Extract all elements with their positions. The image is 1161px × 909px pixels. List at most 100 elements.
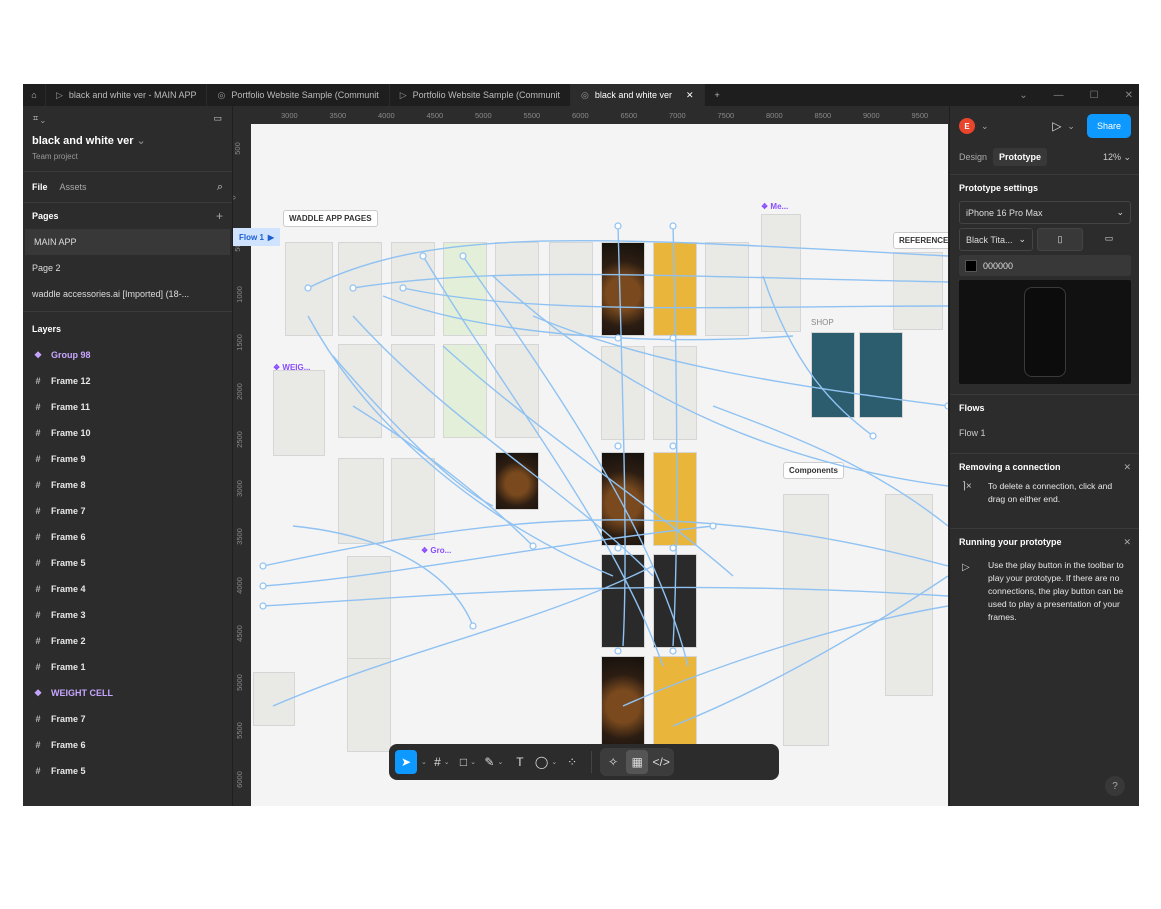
connection-wire[interactable] — [262, 525, 714, 587]
connection-node[interactable] — [614, 334, 622, 342]
connection-node[interactable] — [459, 252, 467, 260]
connection-wire[interactable] — [422, 255, 664, 667]
connection-wire[interactable] — [272, 565, 654, 707]
chevron-down-icon[interactable]: ⌄ — [1019, 90, 1027, 101]
connection-node[interactable] — [614, 544, 622, 552]
connection-node[interactable] — [419, 252, 427, 260]
comment-tool-button[interactable]: ◯ ⌄ — [535, 750, 557, 774]
layer-item[interactable]: ❖ WEIGHT CELL — [23, 680, 232, 706]
connection-node[interactable] — [669, 647, 677, 655]
present-icon[interactable]: ▷ — [1052, 119, 1061, 133]
tab-black-white[interactable]: ◎ black and white ver ✕ — [571, 84, 705, 106]
tab-portfolio-2[interactable]: ▷ Portfolio Website Sample (Communit — [390, 84, 572, 106]
pen-tool-button[interactable]: ✎ ⌄ — [483, 750, 505, 774]
chevron-down-icon[interactable]: ⌄ — [421, 758, 427, 766]
tab-design[interactable]: Design — [959, 152, 987, 162]
connection-wire[interactable] — [332, 355, 494, 507]
layer-item[interactable]: # Frame 9 — [23, 446, 232, 472]
connection-node[interactable] — [669, 442, 677, 450]
connection-node[interactable] — [304, 284, 312, 292]
layer-item[interactable]: # Frame 8 — [23, 472, 232, 498]
tab-file[interactable]: File — [32, 182, 48, 192]
connection-node[interactable] — [669, 544, 677, 552]
tab-portfolio-1[interactable]: ◎ Portfolio Website Sample (Communit — [207, 84, 390, 106]
connection-node[interactable] — [349, 284, 357, 292]
landscape-toggle[interactable]: ▭ — [1087, 228, 1131, 249]
connection-node[interactable] — [469, 622, 477, 630]
connection-node[interactable] — [259, 582, 267, 590]
new-tab-button[interactable]: + — [705, 84, 730, 106]
connection-node[interactable] — [669, 334, 677, 342]
layer-item[interactable]: # Frame 1 — [23, 654, 232, 680]
layer-item[interactable]: # Frame 6 — [23, 732, 232, 758]
connection-wire[interactable] — [672, 575, 948, 727]
connection-node[interactable] — [529, 542, 537, 550]
connection-node[interactable] — [614, 647, 622, 655]
connection-wire[interactable] — [292, 525, 474, 627]
dev-mode-button[interactable]: </> — [650, 750, 672, 774]
minimize-icon[interactable]: — — [1054, 90, 1064, 101]
layer-item[interactable]: # Frame 5 — [23, 550, 232, 576]
flow-item[interactable]: Flow 1 — [950, 421, 1139, 445]
avatar[interactable]: E — [959, 118, 975, 134]
main-menu-icon[interactable]: ⌗ ⌄ — [33, 113, 45, 124]
search-icon[interactable]: ⌕ — [217, 181, 223, 194]
close-icon[interactable]: ✕ — [1123, 537, 1131, 548]
connection-wire[interactable] — [672, 225, 678, 647]
canvas[interactable]: 3000 3500 4000 4500 5000 5500 6000 6500 7000 7500… — [233, 106, 948, 806]
share-button[interactable]: Share — [1086, 114, 1131, 138]
frame-tool-button[interactable]: # ⌄ — [431, 750, 453, 774]
connection-node[interactable] — [709, 522, 717, 530]
connection-wire[interactable] — [762, 275, 874, 437]
connection-node[interactable] — [944, 402, 948, 410]
connection-node[interactable] — [869, 432, 877, 440]
project-name[interactable]: black and white ver ⌄ — [32, 134, 223, 147]
device-select[interactable]: iPhone 16 Pro Max ⌄ — [959, 201, 1131, 224]
connection-wire[interactable] — [532, 315, 948, 407]
layer-item[interactable]: # Frame 5 — [23, 758, 232, 784]
prototype-connections[interactable] — [233, 106, 948, 806]
connection-wire[interactable] — [262, 586, 948, 607]
text-tool-button[interactable]: T — [509, 750, 531, 774]
page-item[interactable]: waddle accessories.ai [Imported] (18-... — [23, 281, 232, 307]
page-item[interactable]: MAIN APP — [25, 229, 230, 255]
panel-toggle-icon[interactable]: ▭ — [213, 113, 222, 124]
design-mode-button[interactable]: ▦ — [626, 750, 649, 774]
close-window-icon[interactable]: ✕ — [1125, 90, 1133, 101]
connection-node[interactable] — [259, 602, 267, 610]
move-tool-button[interactable]: ➤ — [395, 750, 417, 774]
tab-assets[interactable]: Assets — [60, 182, 87, 192]
connection-node[interactable] — [259, 562, 267, 570]
shape-tool-button[interactable]: □ ⌄ — [457, 750, 479, 774]
device-model-select[interactable]: Black Tita... ⌄ — [959, 228, 1033, 251]
layer-item[interactable]: # Frame 7 — [23, 706, 232, 732]
connection-wire[interactable] — [352, 315, 654, 577]
connection-wire[interactable] — [382, 295, 794, 341]
layer-item[interactable]: # Frame 10 — [23, 420, 232, 446]
portrait-toggle[interactable]: ▯ — [1037, 228, 1083, 251]
maximize-icon[interactable]: ☐ — [1090, 90, 1099, 101]
help-button[interactable]: ? — [1105, 776, 1125, 796]
layer-item[interactable]: ❖ Group 98 — [23, 342, 232, 368]
layer-item[interactable]: # Frame 12 — [23, 368, 232, 394]
chevron-down-icon[interactable]: ⌄ — [1067, 121, 1075, 132]
connection-node[interactable] — [399, 284, 407, 292]
draw-mode-button[interactable]: ✧ — [602, 750, 624, 774]
layer-item[interactable]: # Frame 3 — [23, 602, 232, 628]
connection-wire[interactable] — [617, 225, 626, 647]
chevron-down-icon[interactable]: ⌄ — [981, 121, 989, 132]
connection-node[interactable] — [614, 222, 622, 230]
layer-item[interactable]: # Frame 11 — [23, 394, 232, 420]
tab-prototype[interactable]: Prototype — [993, 148, 1048, 166]
close-icon[interactable]: ✕ — [1123, 462, 1131, 473]
close-icon[interactable]: ✕ — [686, 90, 694, 101]
actions-tool-button[interactable]: ⁘ — [561, 750, 583, 774]
layer-item[interactable]: # Frame 6 — [23, 524, 232, 550]
layer-item[interactable]: # Frame 2 — [23, 628, 232, 654]
zoom-level[interactable]: 12% ⌄ — [1103, 152, 1131, 163]
layer-item[interactable]: # Frame 4 — [23, 576, 232, 602]
connection-node[interactable] — [669, 222, 677, 230]
layer-item[interactable]: # Frame 7 — [23, 498, 232, 524]
connection-wire[interactable] — [622, 605, 948, 707]
home-tab[interactable]: ⌂ — [23, 84, 46, 106]
